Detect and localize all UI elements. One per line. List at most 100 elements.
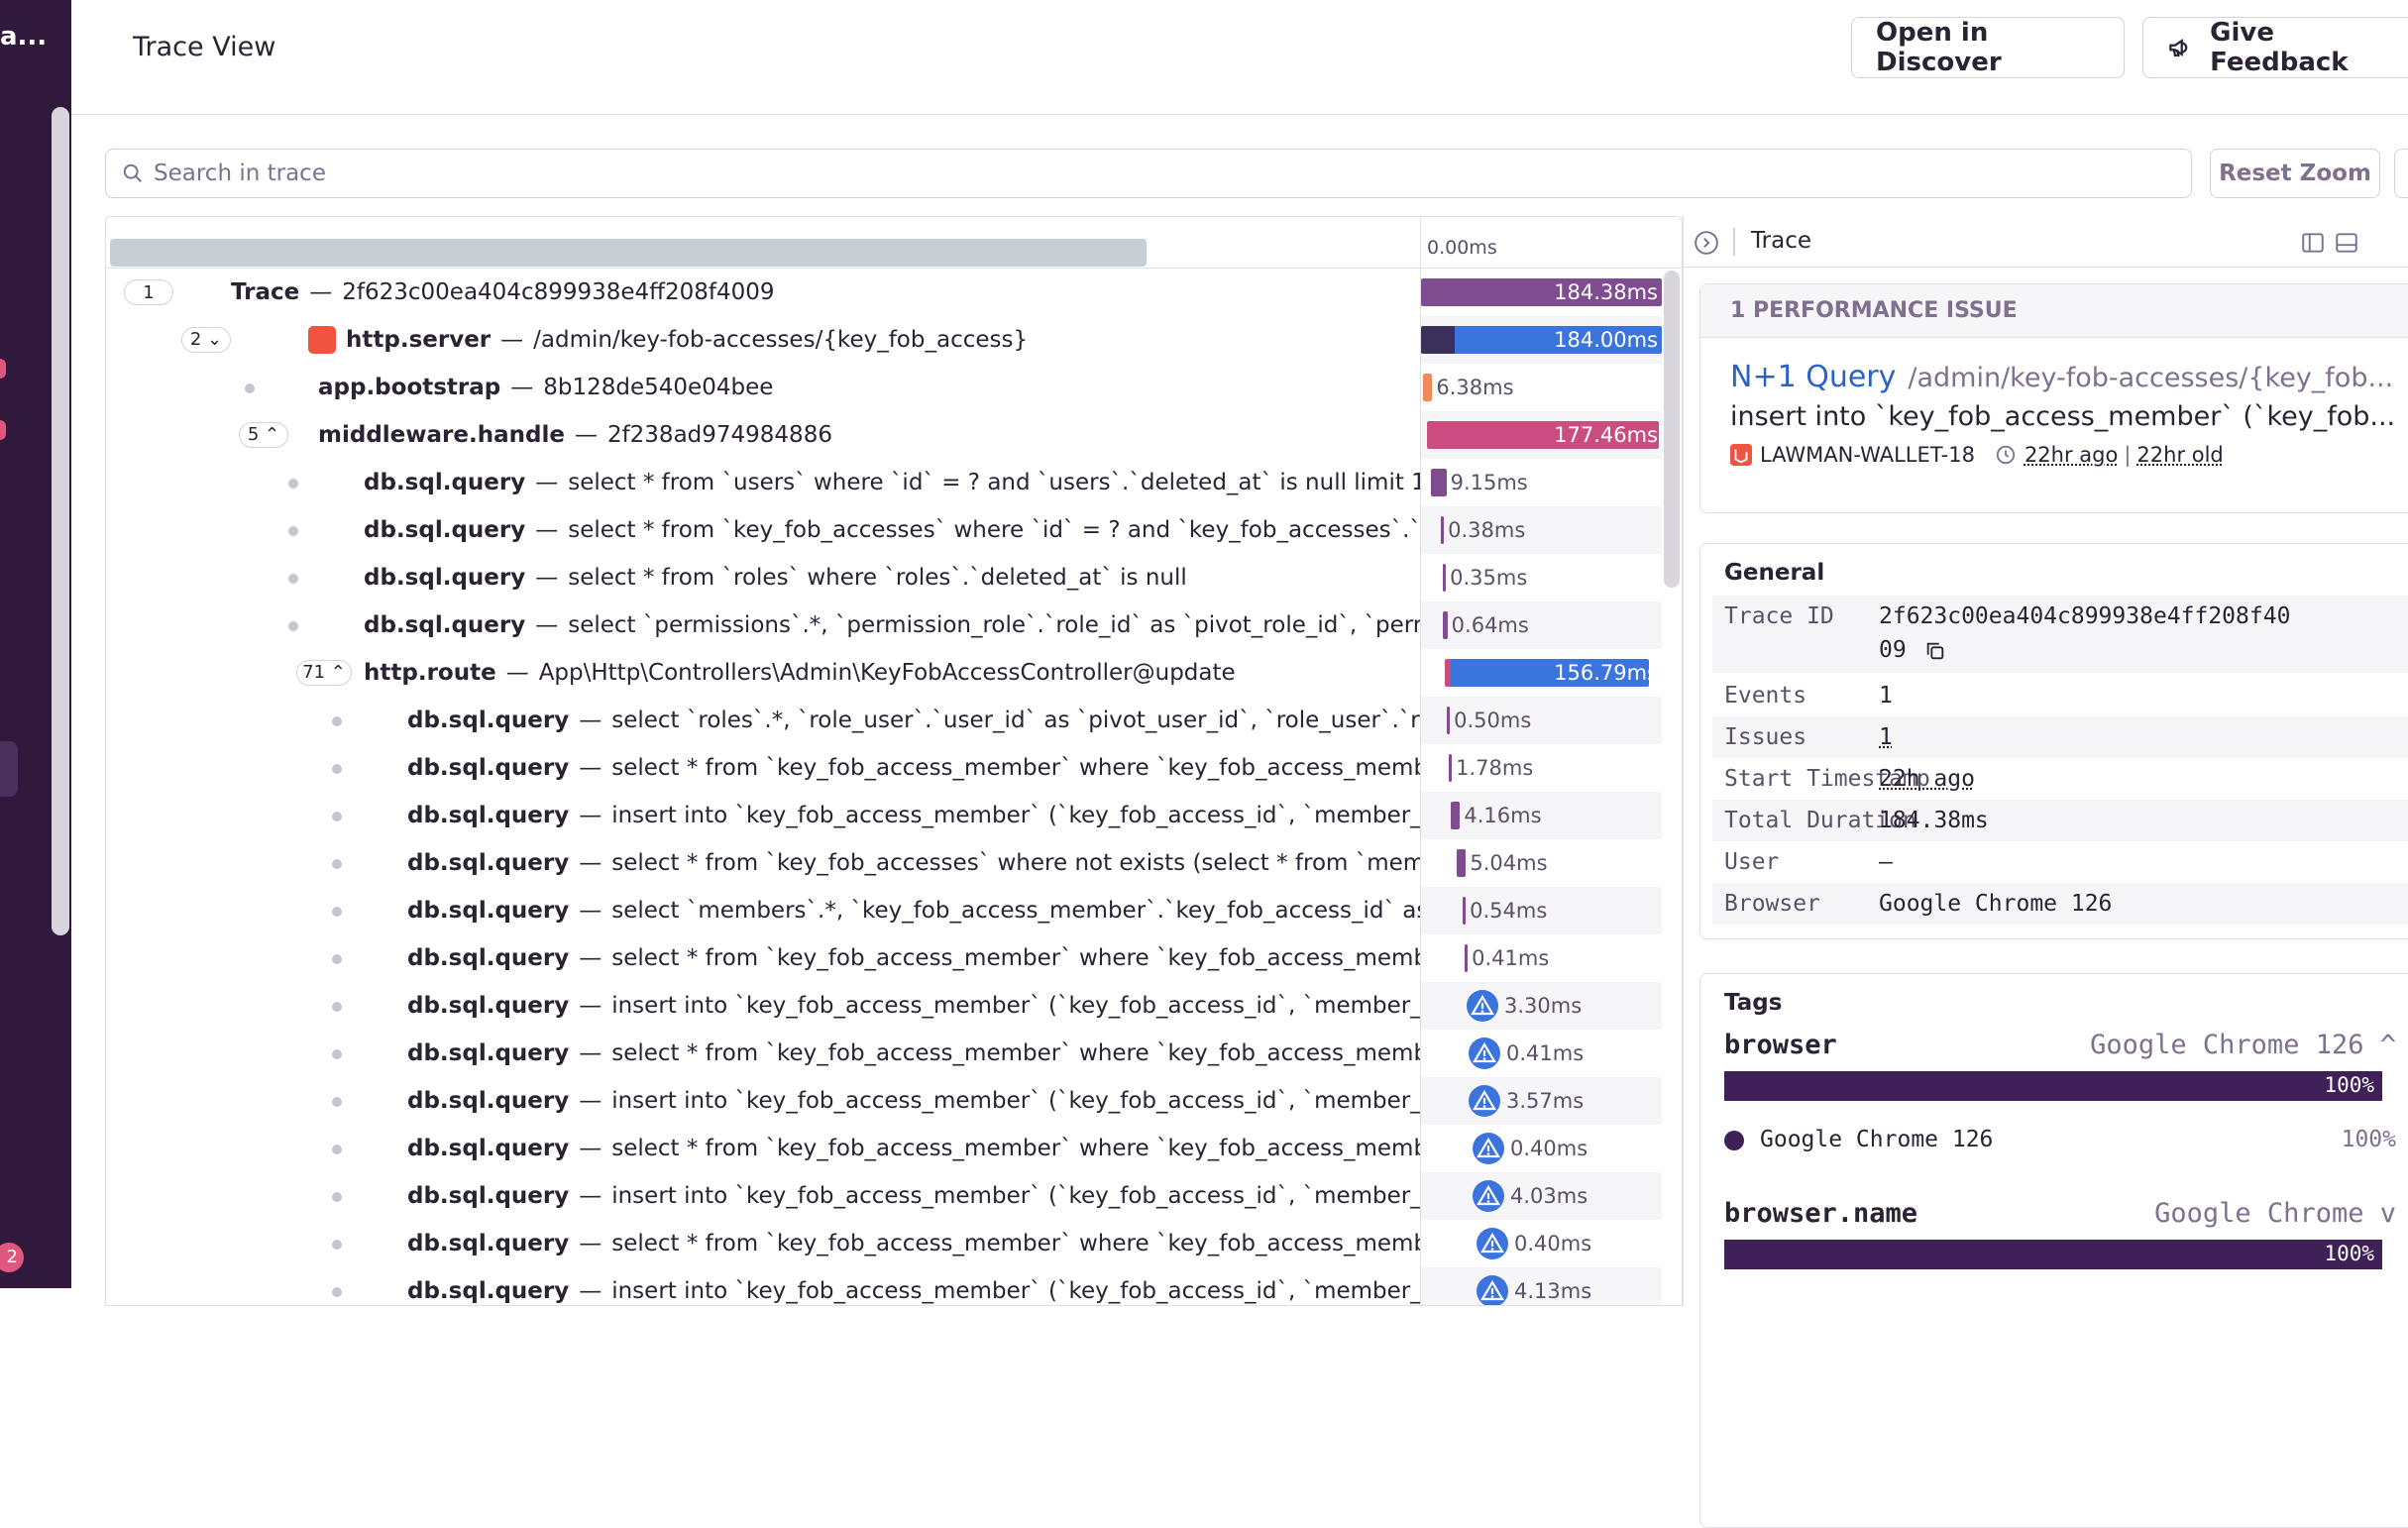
span-timeline-cell[interactable]: 0.40ms: [1420, 1125, 1662, 1172]
org-name[interactable]: a...: [0, 22, 47, 52]
span-row[interactable]: db.sql.query — insert into `key_fob_access…: [106, 792, 1683, 839]
span-row[interactable]: db.sql.query — insert into `key_fob_access…: [106, 982, 1683, 1030]
span-row[interactable]: db.sql.query — select `permissions`.*, `pe…: [106, 601, 1683, 649]
span-label[interactable]: db.sql.query — insert into `key_fob_access…: [407, 1267, 1420, 1306]
span-label[interactable]: db.sql.query — select * from `key_fob_acce…: [407, 1030, 1420, 1077]
span-row[interactable]: db.sql.query — insert into `key_fob_access…: [106, 1172, 1683, 1220]
span-row[interactable]: 2 ⌄ http.server — /admin/key-fob-accesses/{…: [106, 316, 1683, 364]
span-timeline-cell[interactable]: 9.15ms: [1420, 459, 1662, 506]
give-feedback-button[interactable]: Give Feedback: [2142, 17, 2408, 78]
tag-value-toggle[interactable]: Google Chrome 126 ^: [2090, 1030, 2396, 1060]
span-timeline-cell[interactable]: 0.54ms: [1420, 887, 1662, 934]
span-timeline-cell[interactable]: 3.30ms: [1420, 982, 1662, 1030]
span-row[interactable]: db.sql.query — select * from `key_fob_acce…: [106, 839, 1683, 887]
span-label[interactable]: db.sql.query — select * from `key_fob_acce…: [407, 1220, 1420, 1267]
extra-toolbar-button[interactable]: [2394, 149, 2408, 198]
tag-distribution-bar[interactable]: 100%: [1724, 1240, 2382, 1269]
span-timeline-cell[interactable]: 4.03ms: [1420, 1172, 1662, 1220]
warning-icon[interactable]: [1469, 1037, 1500, 1069]
minimap-bar[interactable]: [110, 239, 1147, 267]
span-row[interactable]: app.bootstrap — 8b128de540e04bee 6.38ms: [106, 364, 1683, 411]
span-timeline-cell[interactable]: 0.35ms: [1420, 554, 1662, 601]
span-timeline-cell[interactable]: 184.00ms: [1420, 316, 1662, 364]
sidebar-active-item[interactable]: [0, 741, 18, 797]
span-label[interactable]: app.bootstrap —8b128de540e04bee: [318, 364, 773, 411]
span-row[interactable]: db.sql.query — insert into `key_fob_access…: [106, 1267, 1683, 1306]
span-timeline-cell[interactable]: 0.40ms: [1420, 1220, 1662, 1267]
collapse-panel-icon[interactable]: [1694, 230, 1719, 256]
span-toggle-count[interactable]: 2 ⌄: [181, 327, 231, 353]
issue-title-link[interactable]: N+1 Query/admin/key-fob-accesses/{key_fo…: [1730, 360, 2393, 394]
warning-icon[interactable]: [1467, 990, 1498, 1022]
span-label[interactable]: http.route — App\Http\Controllers\Admin\Ke…: [364, 649, 1236, 697]
span-row[interactable]: 5 ⌃ middleware.handle — 2f238ad974984886 177…: [106, 411, 1683, 459]
span-row[interactable]: 1 Trace —2f623c00ea404c899938e4ff208f4009 1…: [106, 269, 1683, 316]
span-row[interactable]: db.sql.query — select * from `key_fob_acce…: [106, 1220, 1683, 1267]
span-label[interactable]: db.sql.query — select * from `key_fob_acce…: [407, 934, 1420, 982]
span-label[interactable]: db.sql.query — select * from `key_fob_acce…: [364, 506, 1420, 554]
span-label[interactable]: Trace — 2f623c00ea404c899938e4ff208f4009: [231, 269, 775, 316]
span-label[interactable]: db.sql.query — select * from `users` where…: [364, 459, 1420, 506]
span-row[interactable]: db.sql.query — select * from `key_fob_acce…: [106, 1125, 1683, 1172]
span-timeline-cell[interactable]: 5.04ms: [1420, 839, 1662, 887]
span-label[interactable]: db.sql.query — select * from `key_fob_acce…: [407, 839, 1420, 887]
issues-value[interactable]: 1: [1879, 724, 1893, 750]
span-label[interactable]: db.sql.query — select `permissions`.*, `pe…: [364, 601, 1420, 649]
span-row[interactable]: db.sql.query — select * from `key_fob_acce…: [106, 934, 1683, 982]
span-toggle-count[interactable]: 71 ⌃: [296, 660, 352, 686]
trace-minimap[interactable]: [106, 217, 1420, 269]
span-label[interactable]: db.sql.query — insert into `key_fob_access…: [407, 1172, 1420, 1220]
span-timeline-cell[interactable]: 0.41ms: [1420, 934, 1662, 982]
span-label[interactable]: db.sql.query — select * from `key_fob_acce…: [407, 744, 1420, 792]
span-label[interactable]: db.sql.query — select * from `roles` where…: [364, 554, 1187, 601]
span-toggle-count[interactable]: 1: [124, 279, 173, 305]
span-row[interactable]: db.sql.query — select `members`.*, `key_fo…: [106, 887, 1683, 934]
span-label[interactable]: db.sql.query — insert into `key_fob_access…: [407, 982, 1420, 1030]
dock-bottom-icon[interactable]: [2334, 230, 2359, 256]
span-label[interactable]: db.sql.query — select `members`.*, `key_fo…: [407, 887, 1420, 934]
span-timeline-cell[interactable]: 6.38ms: [1420, 364, 1662, 411]
sidebar-scrollbar[interactable]: [52, 107, 69, 935]
span-timeline-cell[interactable]: 3.57ms: [1420, 1077, 1662, 1125]
warning-icon[interactable]: [1473, 1180, 1504, 1212]
reset-zoom-button[interactable]: Reset Zoom: [2210, 149, 2380, 198]
span-label[interactable]: db.sql.query — insert into `key_fob_access…: [407, 1077, 1420, 1125]
notification-badge[interactable]: 2: [0, 1243, 24, 1272]
span-timeline-cell[interactable]: 4.13ms: [1420, 1267, 1662, 1306]
span-timeline-cell[interactable]: 0.41ms: [1420, 1030, 1662, 1077]
warning-icon[interactable]: [1469, 1085, 1500, 1117]
dock-left-icon[interactable]: [2300, 230, 2326, 256]
span-label[interactable]: http.server — /admin/key-fob-accesses/{key…: [308, 316, 1028, 364]
span-row[interactable]: db.sql.query — insert into `key_fob_access…: [106, 1077, 1683, 1125]
span-timeline-cell[interactable]: 4.16ms: [1420, 792, 1662, 839]
open-in-discover-button[interactable]: Open in Discover: [1851, 17, 2125, 78]
tag-item[interactable]: Google Chrome 126: [1760, 1127, 1993, 1152]
span-row[interactable]: db.sql.query — select * from `roles` where…: [106, 554, 1683, 601]
span-timeline-cell[interactable]: 0.64ms: [1420, 601, 1662, 649]
span-label[interactable]: db.sql.query — select * from `key_fob_acce…: [407, 1125, 1420, 1172]
tag-value-toggle[interactable]: Google Chrome v: [2154, 1198, 2396, 1229]
warning-icon[interactable]: [1473, 1133, 1504, 1164]
tag-distribution-bar[interactable]: 100%: [1724, 1071, 2382, 1101]
warning-icon[interactable]: [1477, 1228, 1508, 1259]
span-row[interactable]: db.sql.query — select * from `key_fob_acce…: [106, 1030, 1683, 1077]
span-row[interactable]: db.sql.query — select `roles`.*, `role_use…: [106, 697, 1683, 744]
span-timeline-cell[interactable]: 184.38ms: [1420, 269, 1662, 316]
span-timeline-cell[interactable]: 1.78ms: [1420, 744, 1662, 792]
span-timeline-cell[interactable]: 156.79ms: [1420, 649, 1662, 697]
span-row[interactable]: db.sql.query — select * from `key_fob_acce…: [106, 506, 1683, 554]
span-timeline-cell[interactable]: 0.50ms: [1420, 697, 1662, 744]
span-label[interactable]: middleware.handle — 2f238ad974984886: [318, 411, 832, 459]
span-label[interactable]: db.sql.query — insert into `key_fob_access…: [407, 792, 1420, 839]
search-input[interactable]: Search in trace: [105, 149, 2192, 198]
warning-icon[interactable]: [1477, 1275, 1508, 1306]
span-row[interactable]: db.sql.query — select * from `users` where…: [106, 459, 1683, 506]
events-value[interactable]: 1: [1879, 683, 1893, 709]
span-toggle-count[interactable]: 5 ⌃: [239, 422, 288, 448]
span-timeline-cell[interactable]: 177.46ms: [1420, 411, 1662, 459]
span-row[interactable]: 71 ⌃ http.route — App\Http\Controllers\Admi…: [106, 649, 1683, 697]
waterfall-scrollbar[interactable]: [1664, 271, 1680, 588]
span-timeline-cell[interactable]: 0.38ms: [1420, 506, 1662, 554]
span-row[interactable]: db.sql.query — select * from `key_fob_acce…: [106, 744, 1683, 792]
copy-icon[interactable]: [1924, 640, 1946, 662]
